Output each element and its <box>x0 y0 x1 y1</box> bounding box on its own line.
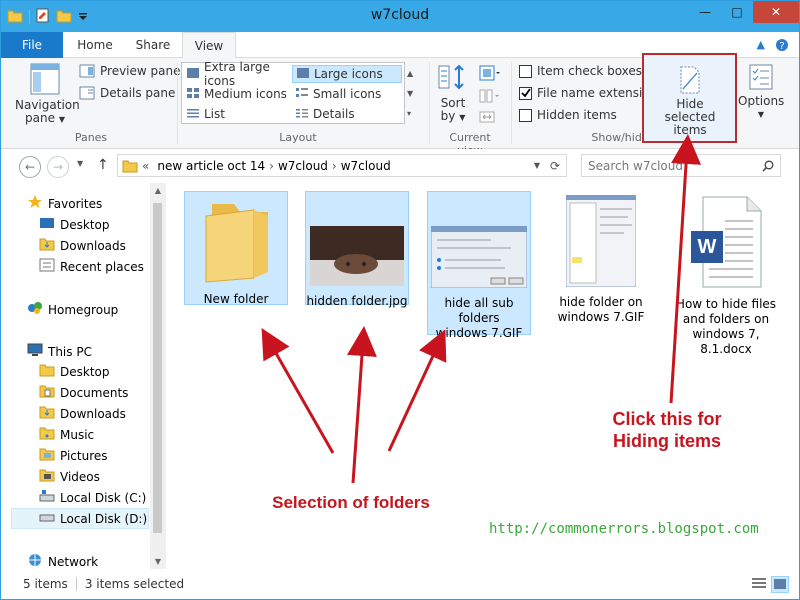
details-view-icon[interactable] <box>751 576 767 593</box>
divider <box>75 577 77 591</box>
item-count: 5 items <box>23 577 68 591</box>
annotation-line: Hiding items <box>612 431 721 451</box>
arrow-to-hidden-folder <box>346 326 377 484</box>
annotation-line: Click this for <box>612 409 722 429</box>
watermark-url: http://commonerrors.blogspot.com <box>489 521 759 537</box>
large-icons-view-icon[interactable] <box>771 576 789 593</box>
selection-annotation: Selection of folders <box>272 493 430 512</box>
explorer-window: w7cloud — □ ✕ File Home Share View ▲ ? N <box>0 0 800 600</box>
view-switcher <box>751 576 789 593</box>
arrow-to-new-folder <box>261 327 335 454</box>
status-bar: 5 items 3 items selected <box>1 569 799 599</box>
arrow-to-hide-button <box>669 134 702 404</box>
selection-count: 3 items selected <box>84 577 185 591</box>
click-this-annotation: Click this for Hiding items <box>597 408 737 452</box>
arrow-to-gif <box>387 329 447 452</box>
